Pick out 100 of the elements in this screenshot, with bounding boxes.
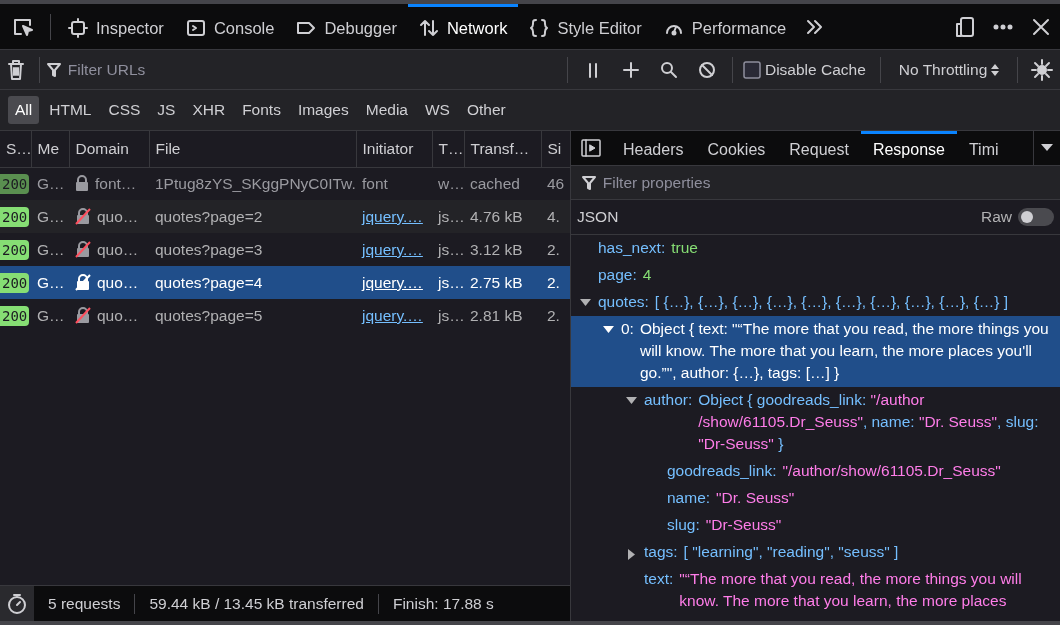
domain-text: quo…	[97, 306, 139, 324]
table-cell: 2.81 kB	[464, 299, 541, 332]
property-value: "/author/show/61105.Dr_Seuss"	[782, 461, 1002, 481]
type-filter-button[interactable]: CSS	[101, 96, 148, 124]
type-filter-button[interactable]: JS	[150, 96, 183, 124]
file-cell: quotes?page=3	[149, 233, 356, 266]
tree-row[interactable]: tags: [ "learning", "reading", "seuss" ]	[571, 539, 1060, 566]
property-value: "Dr. Seuss"	[716, 488, 796, 508]
request-row[interactable]: 200 G… font… 1Ptug8zYS_SKggPNyC0ITw. font w… cached 46	[0, 167, 570, 200]
filter-bar[interactable]: Filter properties	[571, 166, 1060, 200]
status-badge: 200	[0, 272, 30, 293]
tree-row[interactable]: name: "Dr. Seuss"	[571, 485, 1060, 512]
tree-row[interactable]: 0: Object { text: "“The more that you read, the more things you will know. The more that you learn, the more places you'll go.”", author: {…}, tags: […] }	[571, 316, 1060, 387]
column-header[interactable]: Me	[31, 131, 69, 167]
column-header[interactable]: File	[149, 131, 356, 167]
tree-row[interactable]: quotes: [ {…}, {…}, {…}, {…}, {…}, {…}, {…}, {…}, {…}, {…} ]	[571, 289, 1060, 316]
tool-tab[interactable]: Debugger	[285, 3, 408, 50]
request-row[interactable]: 200 G… quo… quotes?page=4 jquery.… js… 2.75 kB 2.	[0, 266, 570, 299]
table-cell: G…	[31, 266, 69, 299]
table-cell: 4.	[541, 200, 570, 233]
throttling-select[interactable]: No Throttling	[886, 57, 1011, 82]
domain-text: font…	[95, 175, 137, 193]
table-cell: 2.	[541, 299, 570, 332]
property-value: "“The more that you read, the more things you will know. The more that you learn, the more places	[679, 569, 1023, 611]
finish-time: Finish: 17.88 s	[391, 593, 495, 614]
tool-tab[interactable]: Style Editor	[518, 3, 653, 50]
detail-tab[interactable]: Cookies	[695, 131, 778, 166]
property-key: 0:	[621, 318, 634, 384]
tree-row[interactable]: has_next: true	[571, 235, 1060, 262]
table-cell: font	[356, 167, 432, 200]
tool-tab[interactable]: Console	[174, 3, 286, 50]
table-cell: 2.75 kB	[464, 266, 541, 299]
table-cell: w…	[432, 167, 464, 200]
property-key: goodreads_link:	[667, 460, 777, 482]
type-filter-button[interactable]: HTML	[42, 96, 99, 124]
column-header[interactable]: Domain	[69, 131, 149, 167]
request-row[interactable]: 200 G… quo… quotes?page=2 jquery.… js… 4.76 kB 4.	[0, 200, 570, 233]
status-badge: 200	[0, 206, 30, 227]
table-cell: G…	[31, 233, 69, 266]
status-badge: 200	[0, 239, 30, 260]
status-badge: 200	[0, 305, 30, 326]
tool-tab[interactable]: Performance	[652, 3, 798, 50]
property-value: true	[671, 238, 699, 258]
disable-cache-checkbox[interactable]: Disable Cache	[743, 57, 866, 82]
type-filter-button[interactable]: XHR	[185, 96, 233, 124]
property-key: text:	[644, 568, 674, 612]
transfer-summary: 59.44 kB / 13.45 kB transferred	[135, 593, 379, 614]
column-header[interactable]: S…	[0, 131, 31, 167]
domain-text: quo…	[97, 207, 139, 225]
property-key: slug:	[667, 514, 700, 536]
tool-tab[interactable]: Inspector	[57, 3, 175, 50]
property-key: tags:	[644, 541, 678, 563]
property-value: [ {…}, {…}, {…}, {…}, {…}, {…}, {…}, {…}, {…}, {…} ]	[654, 292, 1010, 312]
table-cell: G…	[31, 167, 69, 200]
property-key: page:	[598, 264, 637, 286]
type-filter-button[interactable]: Other	[459, 96, 513, 124]
table-cell: G…	[31, 299, 69, 332]
file-cell: quotes?page=4	[149, 266, 356, 299]
property-value: Object { text: "“The more that you read, the more things you will know. The more that you learn, the more places you'll go.”", author: {…}, tags: […] }	[639, 319, 1050, 383]
table-cell: js…	[432, 299, 464, 332]
type-filter-button[interactable]: Images	[290, 96, 356, 124]
request-row[interactable]: 200 G… quo… quotes?page=3 jquery.… js… 3.12 kB 2.	[0, 233, 570, 266]
column-header[interactable]: Si	[541, 131, 570, 167]
initiator-link[interactable]: jquery.…	[362, 240, 423, 258]
status-badge: 200	[0, 174, 30, 195]
property-value: [ "learning", "reading", "seuss" ]	[683, 542, 900, 562]
format-label: JSON	[577, 207, 619, 228]
type-filter-button[interactable]: Fonts	[235, 96, 288, 124]
property-key: author:	[644, 389, 693, 455]
properties-filter-field[interactable]: Filter properties	[600, 169, 801, 196]
type-filter-button[interactable]: All	[8, 96, 40, 124]
file-cell: quotes?page=2	[149, 200, 356, 233]
table-cell: 46	[541, 167, 570, 200]
table-cell: 2.	[541, 233, 570, 266]
tree-row[interactable]: slug: "Dr-Seuss"	[571, 512, 1060, 539]
file-cell: 1Ptug8zYS_SKggPNyC0ITw.	[149, 167, 356, 200]
table-cell: js…	[432, 233, 464, 266]
tree-row[interactable]: page: 4	[571, 262, 1060, 289]
column-header[interactable]: T…	[432, 131, 464, 167]
property-key: name:	[667, 487, 711, 509]
type-filter-button[interactable]: WS	[417, 96, 457, 124]
file-cell: quotes?page=5	[149, 299, 356, 332]
filter-field[interactable]: Filter URLs	[65, 56, 266, 83]
initiator-link[interactable]: jquery.…	[362, 306, 423, 324]
request-count: 5 requests	[34, 593, 136, 614]
detail-tab[interactable]: Timi	[956, 131, 1011, 166]
raw-label: Raw	[981, 207, 1012, 228]
request-row[interactable]: 200 G… quo… quotes?page=5 jquery.… js… 2.81 kB 2.	[0, 299, 570, 332]
table-cell: js…	[432, 200, 464, 233]
type-filter-button[interactable]: Media	[358, 96, 415, 124]
column-header[interactable]: Transf…	[464, 131, 541, 167]
tree-row[interactable]: goodreads_link: "/author/show/61105.Dr_Seuss"	[571, 458, 1060, 485]
tree-row[interactable]: text: "“The more that you read, the more things you will know. The more that you learn, the more places	[571, 566, 1060, 615]
property-value: 4	[642, 265, 653, 285]
table-cell: 3.12 kB	[464, 233, 541, 266]
table-cell: js…	[432, 266, 464, 299]
detail-tab[interactable]: Headers	[611, 131, 696, 166]
column-header[interactable]: Initiator	[356, 131, 432, 167]
detail-tab[interactable]: Request	[777, 131, 861, 166]
table-cell: G…	[31, 200, 69, 233]
